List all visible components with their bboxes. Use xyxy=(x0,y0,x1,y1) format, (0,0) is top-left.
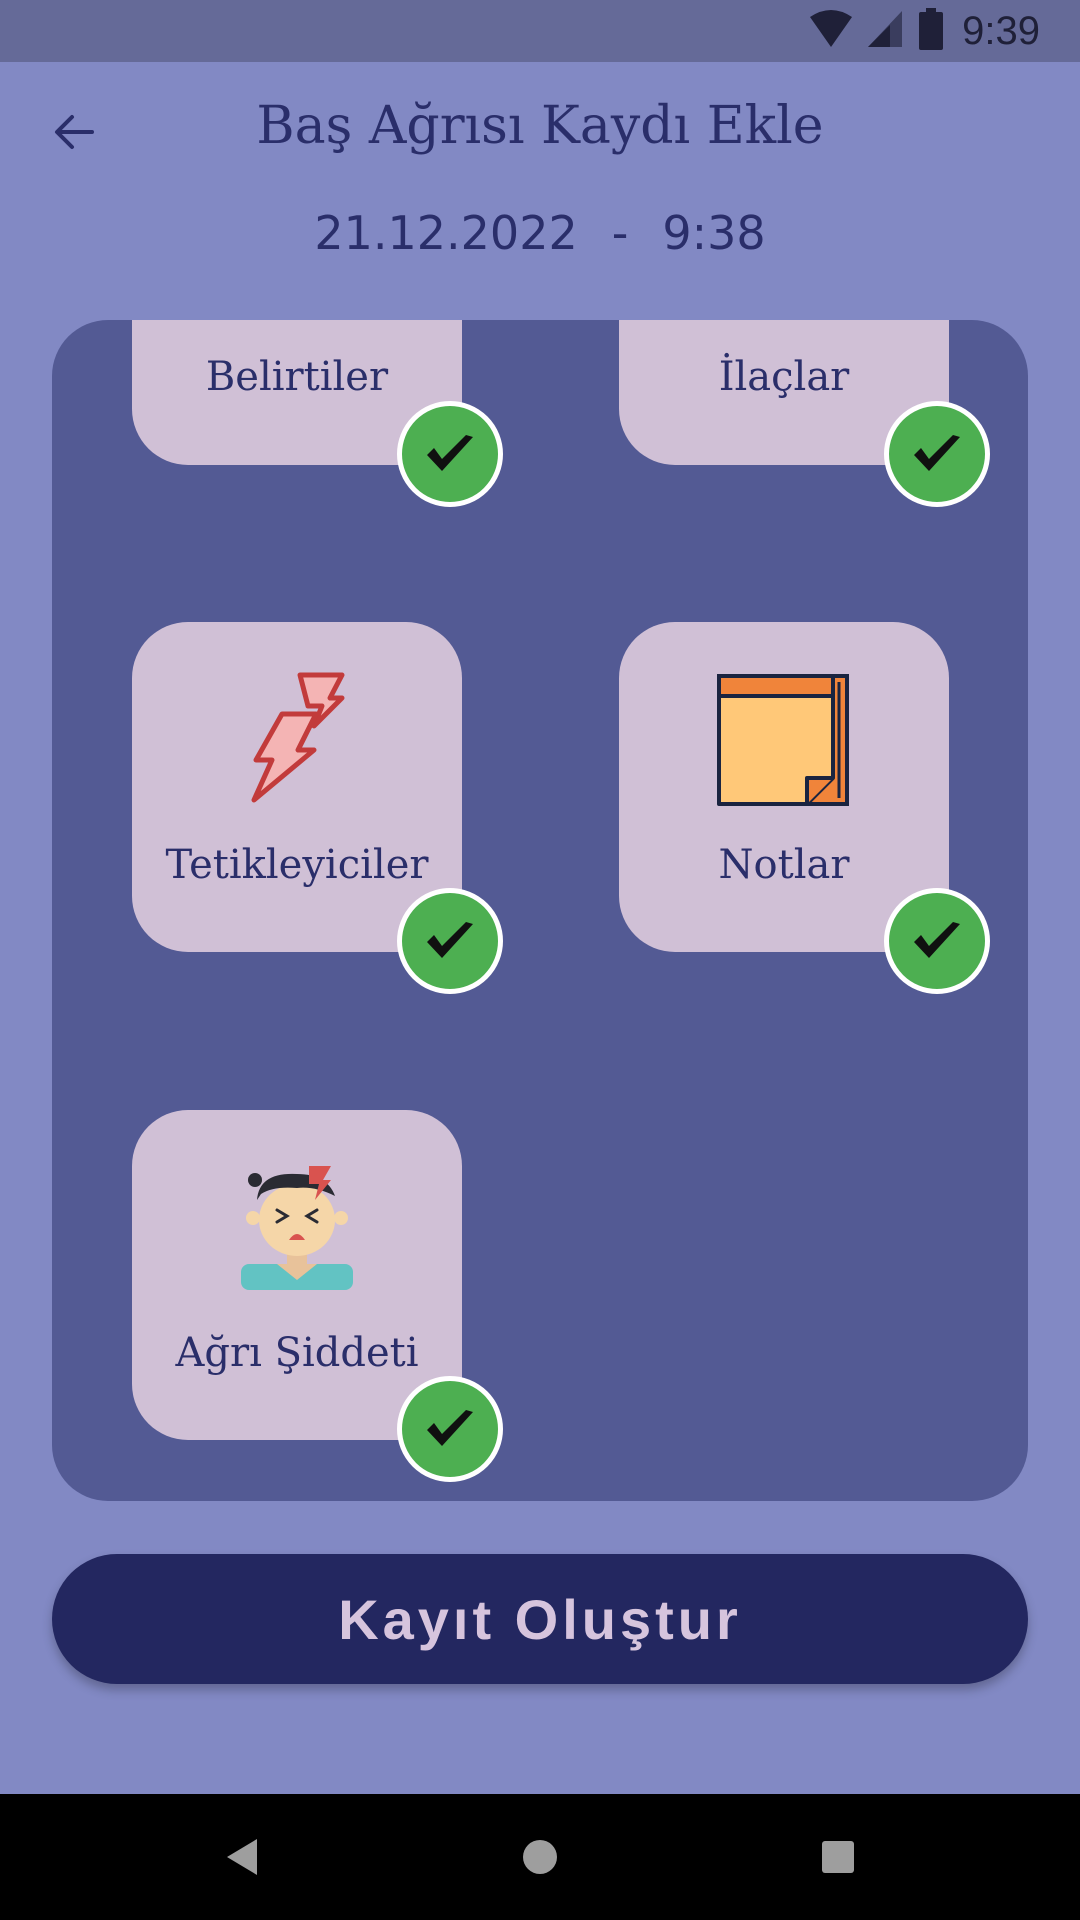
create-record-button[interactable]: Kayıt Oluştur xyxy=(52,1554,1028,1684)
navigation-bar xyxy=(0,1794,1080,1920)
medications-label: İlaçlar xyxy=(718,354,850,400)
entry-date: 21.12.2022 xyxy=(314,206,578,260)
status-bar: 9:39 xyxy=(0,0,1080,62)
wifi-icon xyxy=(808,9,854,53)
battery-icon xyxy=(918,8,944,54)
check-icon xyxy=(397,888,503,994)
check-icon xyxy=(884,888,990,994)
entry-time: 9:38 xyxy=(662,206,766,260)
back-nav-icon[interactable] xyxy=(206,1822,276,1892)
recents-nav-icon[interactable] xyxy=(803,1822,873,1892)
check-icon xyxy=(884,401,990,507)
page-title: Baş Ağrısı Kaydı Ekle xyxy=(256,96,824,156)
check-icon xyxy=(397,1376,503,1482)
sticky-note-icon xyxy=(717,674,851,812)
pain-severity-label: Ağrı Şiddeti xyxy=(175,1330,419,1376)
check-icon xyxy=(397,401,503,507)
notes-label: Notlar xyxy=(718,842,850,888)
lightning-icon xyxy=(242,672,352,808)
home-nav-icon[interactable] xyxy=(505,1822,575,1892)
headache-face-icon xyxy=(235,1166,359,1294)
category-panel[interactable]: Belirtiler İlaçlar Tetikleyiciler Notlar… xyxy=(52,320,1028,1501)
cell-signal-icon xyxy=(866,9,906,53)
status-icons: 9:39 xyxy=(808,8,1040,54)
symptoms-label: Belirtiler xyxy=(205,354,389,400)
date-separator: - xyxy=(611,206,629,260)
date-time-line: 21.12.2022-9:38 xyxy=(0,206,1080,260)
triggers-label: Tetikleyiciler xyxy=(165,842,429,888)
status-time: 9:39 xyxy=(962,8,1040,53)
